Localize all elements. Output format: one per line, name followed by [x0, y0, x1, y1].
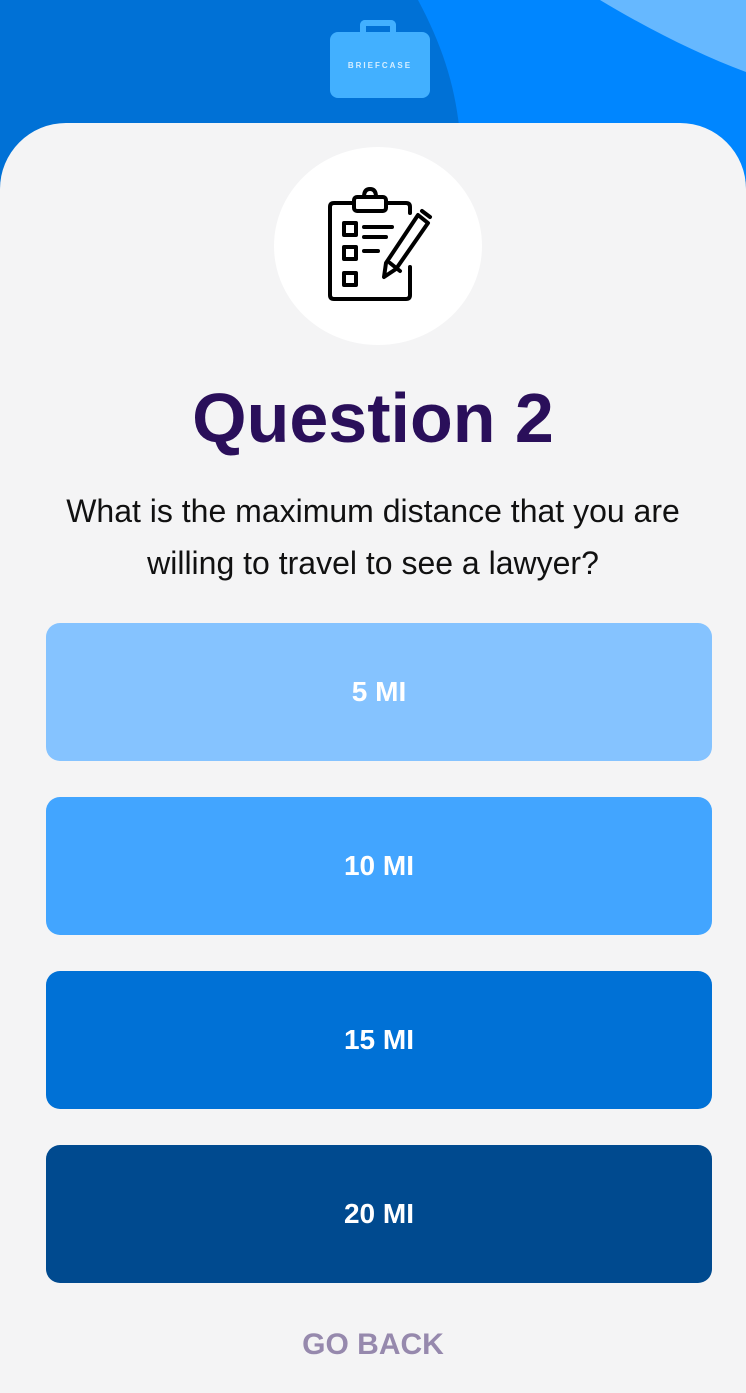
- briefcase-logo: BRIEFCASE: [330, 20, 430, 98]
- question-title: Question 2: [192, 379, 554, 457]
- option-20-mi-button[interactable]: 20 MI: [46, 1145, 712, 1283]
- question-icon-circle: [274, 147, 482, 345]
- option-15-mi-button[interactable]: 15 MI: [46, 971, 712, 1109]
- logo-text: BRIEFCASE: [347, 60, 413, 70]
- question-text: What is the maximum distance that you ar…: [66, 493, 680, 581]
- go-back-link[interactable]: GO BACK: [0, 1328, 746, 1362]
- briefcase-body: BRIEFCASE: [330, 32, 430, 98]
- answer-options: 5 MI 10 MI 15 MI 20 MI: [46, 623, 712, 1319]
- option-10-mi-button[interactable]: 10 MI: [46, 797, 712, 935]
- clipboard-checklist-icon: [328, 187, 432, 301]
- option-5-mi-button[interactable]: 5 MI: [46, 623, 712, 761]
